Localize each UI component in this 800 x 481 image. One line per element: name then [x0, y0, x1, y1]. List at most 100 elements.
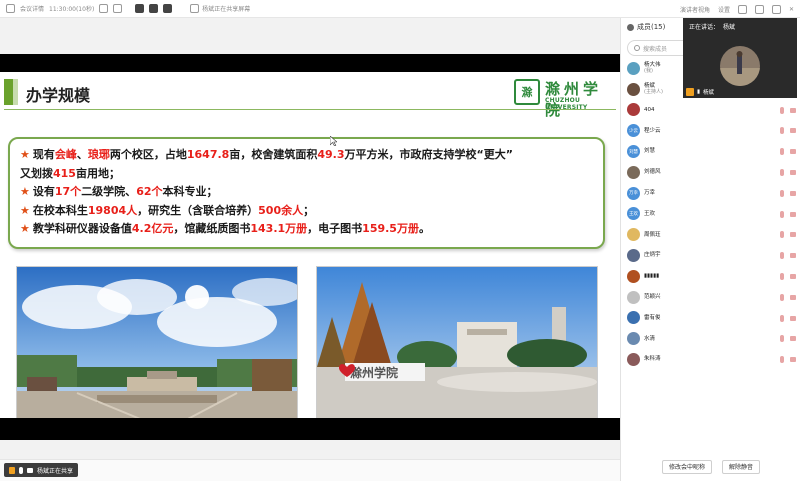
- muted-mic-icon[interactable]: [780, 189, 784, 197]
- member-avatar: [627, 228, 640, 242]
- grid-view-icon[interactable]: [135, 4, 145, 13]
- content-text: 本科专业；: [162, 185, 218, 198]
- share-indicator[interactable]: 杨斌正在共享: [4, 463, 79, 477]
- member-avatar: [627, 332, 640, 346]
- camera-off-icon[interactable]: [790, 169, 796, 175]
- camera-off-icon[interactable]: [790, 273, 796, 279]
- camera-off-icon[interactable]: [790, 211, 796, 217]
- unmute-button[interactable]: 解除静音: [722, 459, 761, 474]
- letterbox-top: [0, 54, 620, 72]
- rename-button[interactable]: 修改会中昵称: [661, 459, 712, 474]
- member-avatar: [627, 249, 640, 263]
- camera-off-icon[interactable]: [790, 149, 796, 155]
- member-avatar: 少云: [627, 124, 640, 138]
- window-icon[interactable]: [113, 4, 123, 13]
- member-name: 刘慧: [644, 148, 656, 155]
- member-row[interactable]: ▮▮▮▮▮: [621, 266, 800, 287]
- speaker-video[interactable]: 正在讲话： 杨斌 ▮ 杨斌: [683, 18, 797, 98]
- members-icon: [627, 23, 634, 31]
- muted-mic-icon[interactable]: [780, 127, 784, 135]
- content-text: 万平方米，市政府支持学校“更大”: [344, 148, 513, 161]
- member-avatar: [627, 165, 640, 179]
- member-name-block: 雷有俊: [644, 315, 661, 322]
- camera-off-icon[interactable]: [790, 336, 796, 342]
- member-avatar: [627, 353, 640, 367]
- content-text: 设有: [32, 185, 55, 198]
- muted-mic-icon[interactable]: [780, 252, 784, 260]
- speaking-label: 正在讲话：: [689, 24, 720, 31]
- fullscreen-icon[interactable]: [737, 4, 747, 14]
- member-name: 王欢: [644, 210, 656, 217]
- panel-footer: 修改会中昵称 解除静音: [621, 452, 800, 481]
- presentation-stage: 办学规模 滁 滁州学院 CHUZHOU UNIVERSITY ★ 现有会峰、琅琊两…: [0, 18, 620, 459]
- member-name: ▮▮▮▮▮: [644, 273, 660, 280]
- close-icon[interactable]: ✕: [789, 6, 794, 13]
- member-row[interactable]: 范颖兴: [621, 287, 800, 308]
- content-text: 、: [76, 148, 88, 161]
- highlighted-figure: 159.5万册: [362, 222, 419, 235]
- video-footer: ▮ 杨斌: [683, 86, 797, 98]
- content-text: 。: [418, 222, 430, 235]
- member-row[interactable]: 雷有俊: [621, 308, 800, 329]
- member-name-block: 范颖兴: [644, 294, 661, 301]
- content-text: 亩用地；: [75, 166, 120, 180]
- layout-icon[interactable]: [149, 4, 159, 13]
- search-icon: [634, 45, 640, 51]
- highlighted-figure: 143.1万册: [250, 222, 308, 235]
- muted-mic-icon[interactable]: [780, 356, 784, 364]
- camera-off-icon[interactable]: [790, 107, 796, 113]
- camera-off-icon[interactable]: [790, 253, 796, 259]
- member-row[interactable]: 庄炳宇: [621, 245, 800, 266]
- content-line: 又划拨415亩用地；: [20, 165, 593, 184]
- camera-off-icon[interactable]: [790, 357, 796, 363]
- meeting-app: 会议详情 11:30:00(10秒) 杨斌正在共享屏幕 演讲者视角 设置 ✕ 办…: [0, 0, 800, 481]
- muted-mic-icon[interactable]: [780, 231, 784, 239]
- member-row[interactable]: 刘德风: [621, 162, 800, 183]
- camera-off-icon[interactable]: [790, 128, 796, 134]
- share-icon[interactable]: [163, 4, 173, 13]
- title-accent-bar-light: [13, 79, 18, 105]
- member-row[interactable]: 刘慧 刘慧: [621, 141, 800, 162]
- user-icon: [9, 466, 15, 474]
- member-row[interactable]: 404: [621, 100, 800, 121]
- meeting-info-icon[interactable]: [6, 4, 15, 13]
- camera-off-icon[interactable]: [790, 294, 796, 300]
- highlighted-figure: 会峰: [54, 148, 77, 161]
- content-text: 又划拨: [20, 166, 53, 180]
- member-row[interactable]: 朱科涛: [621, 349, 800, 370]
- member-row[interactable]: 万幸 万幸: [621, 183, 800, 204]
- muted-mic-icon[interactable]: [780, 148, 784, 156]
- minimize-icon[interactable]: [754, 4, 764, 14]
- muted-mic-icon[interactable]: [780, 293, 784, 301]
- speaker-view-button[interactable]: 演讲者视角: [680, 5, 710, 14]
- muted-mic-icon[interactable]: [780, 272, 784, 280]
- content-text: ；: [303, 203, 315, 217]
- camera-off-icon[interactable]: [790, 315, 796, 321]
- highlighted-figure: 17个: [54, 185, 82, 198]
- muted-mic-icon[interactable]: [780, 210, 784, 218]
- member-name: 404: [644, 106, 655, 113]
- camera-off-icon[interactable]: [790, 232, 796, 238]
- copy-icon[interactable]: [99, 4, 109, 13]
- muted-mic-icon[interactable]: [780, 335, 784, 343]
- member-row[interactable]: 少云 程少云: [621, 120, 800, 141]
- member-name-block: 刘慧: [644, 148, 655, 155]
- meeting-timer: 11:30:00(10秒): [49, 6, 95, 13]
- content-line: ★ 现有会峰、琅琊两个校区，占地1647.8亩，校舍建筑面积49.3万平方米，市政…: [20, 146, 593, 165]
- slide-header: 办学规模 滁 滁州学院 CHUZHOU UNIVERSITY: [0, 76, 620, 119]
- content-text: 两个校区，占地: [109, 148, 187, 161]
- maximize-icon[interactable]: [771, 4, 781, 14]
- muted-mic-icon[interactable]: [780, 106, 784, 114]
- member-avatar: [627, 269, 640, 283]
- settings-button[interactable]: 设置: [718, 5, 730, 14]
- video-mic-icon: ▮: [697, 89, 701, 95]
- muted-mic-icon[interactable]: [780, 168, 784, 176]
- slide-title: 办学规模: [26, 86, 91, 105]
- member-row[interactable]: 王欢 王欢: [621, 204, 800, 225]
- app-name[interactable]: 会议详情: [20, 4, 44, 13]
- microphone-icon: [19, 466, 23, 474]
- member-row[interactable]: 周佩珏: [621, 224, 800, 245]
- member-row[interactable]: 水清: [621, 328, 800, 349]
- muted-mic-icon[interactable]: [780, 314, 784, 322]
- camera-off-icon[interactable]: [790, 190, 796, 196]
